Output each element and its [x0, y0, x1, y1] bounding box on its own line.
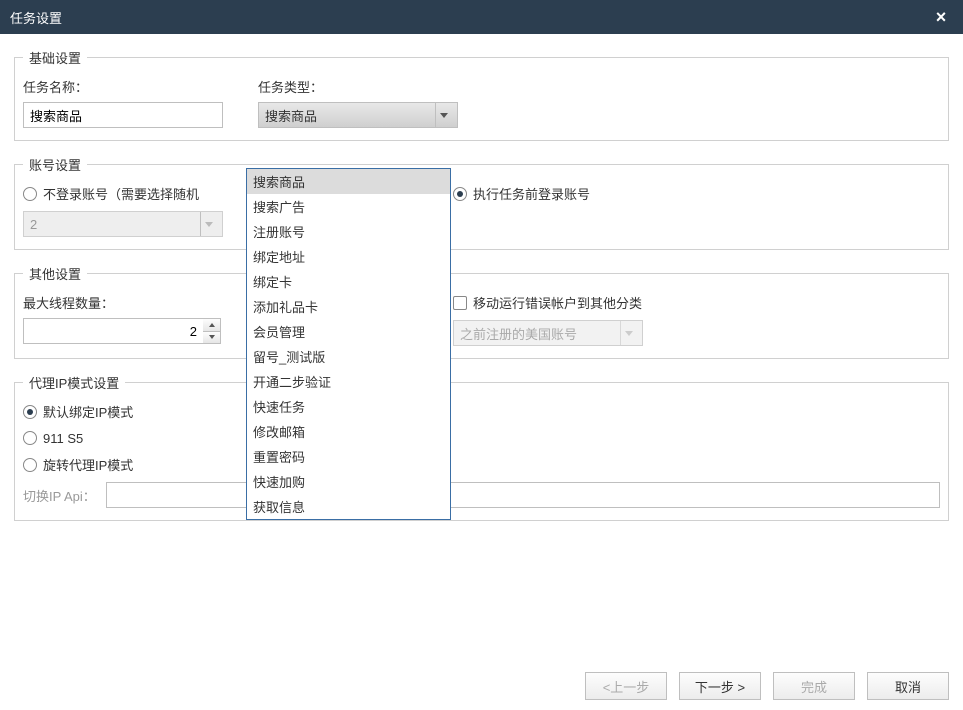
switch-ip-api-input[interactable]	[106, 482, 940, 508]
content-area: 基础设置 任务名称： 任务类型： 搜索商品 账号设置 不登录账号（需要选择随机	[0, 34, 963, 662]
cancel-button[interactable]: 取消	[867, 672, 949, 700]
task-type-option[interactable]: 添加礼品卡	[247, 294, 450, 319]
radio-icon	[23, 187, 37, 201]
task-type-label: 任务类型：	[258, 77, 473, 96]
task-type-selected: 搜索商品	[265, 106, 317, 125]
move-error-label: 移动运行错误帐户到其他分类	[473, 293, 642, 312]
radio-login-before-task[interactable]: 执行任务前登录账号	[453, 184, 940, 203]
other-settings-legend: 其他设置	[23, 264, 87, 283]
switch-ip-api-label: 切换IP Api：	[23, 486, 96, 505]
proxy-settings-legend: 代理IP模式设置	[23, 373, 125, 392]
account-settings-fieldset: 账号设置 不登录账号（需要选择随机 2 执行任务前登录账号	[14, 155, 949, 250]
other-settings-fieldset: 其他设置 最大线程数量： 移动运行错误帐户到其他分类 之前注册	[14, 264, 949, 359]
task-type-combo[interactable]: 搜索商品	[258, 102, 458, 128]
account-count-value: 2	[30, 217, 37, 232]
finish-button: 完成	[773, 672, 855, 700]
radio-rotate-proxy-label: 旋转代理IP模式	[43, 455, 133, 474]
task-type-option[interactable]: 重置密码	[247, 444, 450, 469]
titlebar: 任务设置 ×	[0, 0, 963, 34]
task-type-option[interactable]: 绑定地址	[247, 244, 450, 269]
spinner-up-icon[interactable]	[203, 319, 220, 332]
next-button[interactable]: 下一步 >	[679, 672, 761, 700]
task-type-option[interactable]: 注册账号	[247, 219, 450, 244]
chevron-down-icon	[435, 103, 451, 127]
max-thread-input[interactable]	[23, 318, 203, 344]
move-error-checkbox[interactable]: 移动运行错误帐户到其他分类	[453, 293, 940, 312]
task-type-option[interactable]: 搜索广告	[247, 194, 450, 219]
task-type-option[interactable]: 修改邮箱	[247, 419, 450, 444]
task-type-option[interactable]: 留号_测试版	[247, 344, 450, 369]
radio-default-bind-ip-label: 默认绑定IP模式	[43, 402, 133, 421]
radio-default-bind-ip[interactable]: 默认绑定IP模式	[23, 402, 940, 421]
account-settings-legend: 账号设置	[23, 155, 87, 174]
task-name-label: 任务名称：	[23, 77, 238, 96]
radio-911-s5[interactable]: 911 S5	[23, 429, 940, 447]
task-type-option[interactable]: 开通二步验证	[247, 369, 450, 394]
radio-icon	[23, 431, 37, 445]
task-type-option[interactable]: 绑定卡	[247, 269, 450, 294]
basic-settings-fieldset: 基础设置 任务名称： 任务类型： 搜索商品	[14, 48, 949, 141]
basic-settings-legend: 基础设置	[23, 48, 87, 67]
chevron-down-icon	[200, 212, 216, 236]
radio-rotate-proxy[interactable]: 旋转代理IP模式	[23, 455, 940, 474]
task-type-option[interactable]: 会员管理	[247, 319, 450, 344]
move-error-category-combo: 之前注册的美国账号	[453, 320, 643, 346]
radio-login-before-task-label: 执行任务前登录账号	[473, 184, 590, 203]
spinner-down-icon[interactable]	[203, 332, 220, 344]
window-title: 任务设置	[10, 8, 62, 27]
radio-icon	[23, 458, 37, 472]
chevron-down-icon	[620, 321, 636, 345]
task-type-option[interactable]: 快速任务	[247, 394, 450, 419]
radio-icon	[453, 187, 467, 201]
task-type-option[interactable]: 搜索商品	[247, 169, 450, 194]
prev-button: <上一步	[585, 672, 667, 700]
task-type-option[interactable]: 快速加购	[247, 469, 450, 494]
footer: <上一步 下一步 > 完成 取消	[0, 662, 963, 710]
radio-icon	[23, 405, 37, 419]
move-error-category-value: 之前注册的美国账号	[460, 324, 577, 343]
task-type-option[interactable]: 获取信息	[247, 494, 450, 519]
proxy-settings-fieldset: 代理IP模式设置 默认绑定IP模式 911 S5 旋转代理IP模式 切换IP A…	[14, 373, 949, 521]
checkbox-icon	[453, 296, 467, 310]
task-type-dropdown-list[interactable]: 搜索商品搜索广告注册账号绑定地址绑定卡添加礼品卡会员管理留号_测试版开通二步验证…	[246, 168, 451, 520]
account-count-combo: 2	[23, 211, 223, 237]
close-icon[interactable]: ×	[929, 5, 953, 29]
radio-911-s5-label: 911 S5	[43, 431, 83, 446]
radio-no-login-label: 不登录账号（需要选择随机	[43, 184, 199, 203]
task-name-input[interactable]	[23, 102, 223, 128]
